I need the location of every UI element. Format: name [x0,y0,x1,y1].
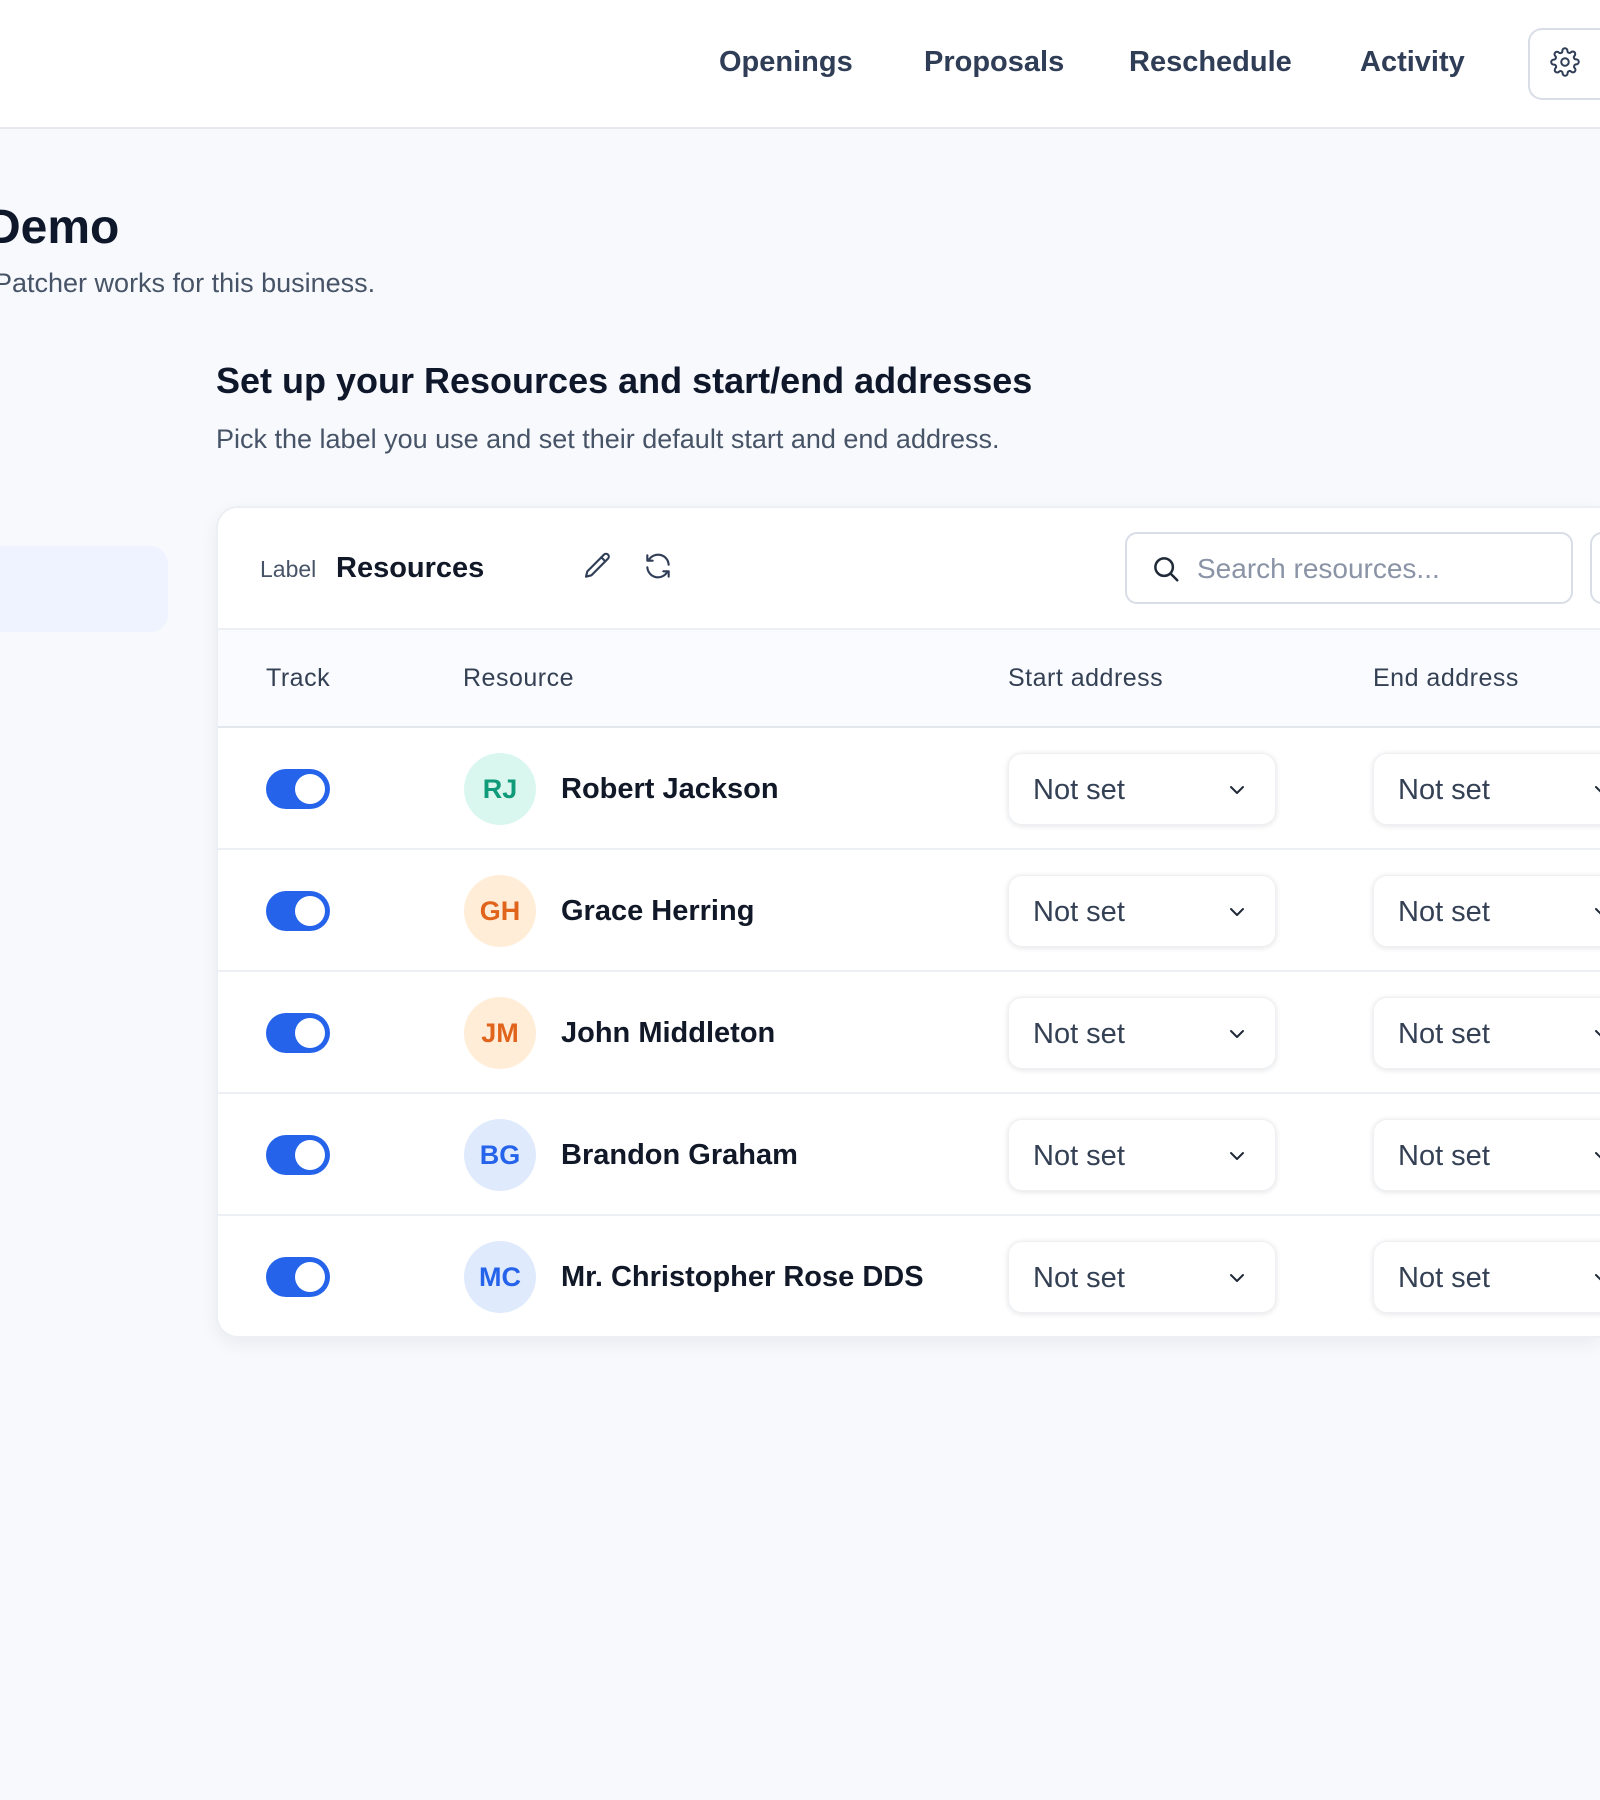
resource-name: Brandon Graham [561,1139,798,1171]
track-toggle[interactable] [266,1013,330,1053]
column-resource: Resource [463,664,574,692]
start-address-select[interactable]: Not set [1008,875,1276,947]
toggle-knob [295,1140,325,1170]
avatar: GH [464,875,536,947]
header-action-button[interactable] [1590,532,1600,604]
start-address-select[interactable]: Not set [1008,1119,1276,1191]
end-address-select[interactable]: Not set [1373,753,1600,825]
toggle-knob [295,1262,325,1292]
track-toggle[interactable] [266,769,330,809]
toggle-knob [295,1018,325,1048]
resources-card: Label Resources Search resources... Trac… [216,506,1600,1338]
end-address-value: Not set [1398,774,1490,806]
track-toggle[interactable] [266,1257,330,1297]
table-row: RJ Robert Jackson Not set Not set [218,728,1600,850]
end-address-value: Not set [1398,1018,1490,1050]
avatar: MC [464,1241,536,1313]
label-caption: Label [260,556,317,582]
top-navigation-bar: Openings Proposals Reschedule Activity [0,0,1600,129]
column-start-address: Start address [1008,664,1164,692]
toggle-knob [295,774,325,804]
avatar: RJ [464,753,536,825]
resource-name: Grace Herring [561,895,755,927]
nav-activity[interactable]: Activity [1360,46,1465,79]
end-address-select[interactable]: Not set [1373,875,1600,947]
end-address-value: Not set [1398,1140,1490,1172]
settings-button[interactable] [1528,28,1600,100]
end-address-value: Not set [1398,1262,1490,1294]
track-toggle[interactable] [266,891,330,931]
section-title: Set up your Resources and start/end addr… [216,360,1033,401]
table-row: MC Mr. Christopher Rose DDS Not set Not set [218,1216,1600,1336]
page-title: Demo [0,201,120,254]
nav-reschedule[interactable]: Reschedule [1129,46,1292,79]
search-input[interactable] [1197,548,1557,590]
end-address-select[interactable]: Not set [1373,1119,1600,1191]
table-row: JM John Middleton Not set Not set [218,972,1600,1094]
resource-name: Mr. Christopher Rose DDS [561,1261,924,1293]
avatar: BG [464,1119,536,1191]
start-address-select[interactable]: Not set [1008,753,1276,825]
column-track: Track [266,664,331,692]
resource-name: John Middleton [561,1017,776,1049]
section-description: Pick the label you use and set their def… [216,424,1000,454]
toggle-knob [295,896,325,926]
nav-openings[interactable]: Openings [719,46,853,79]
start-address-value: Not set [1033,1018,1125,1050]
start-address-value: Not set [1033,774,1125,806]
column-end-address: End address [1373,664,1519,692]
label-value: Resources [336,552,485,584]
gear-icon [1550,46,1580,82]
table-row: GH Grace Herring Not set Not set [218,850,1600,972]
start-address-select[interactable]: Not set [1008,997,1276,1069]
refresh-icon[interactable] [642,550,678,586]
end-address-value: Not set [1398,896,1490,928]
start-address-value: Not set [1033,1262,1125,1294]
start-address-value: Not set [1033,1140,1125,1172]
avatar: JM [464,997,536,1069]
pencil-icon[interactable] [582,550,618,586]
table-row: BG Brandon Graham Not set Not set [218,1094,1600,1216]
end-address-select[interactable]: Not set [1373,1241,1600,1313]
search-box [1125,532,1573,604]
resource-name: Robert Jackson [561,773,779,805]
start-address-select[interactable]: Not set [1008,1241,1276,1313]
start-address-value: Not set [1033,896,1125,928]
nav-proposals[interactable]: Proposals [924,46,1064,79]
page-subtitle: Patcher works for this business. [0,268,376,298]
sidebar-active-item[interactable] [0,546,168,632]
end-address-select[interactable]: Not set [1373,997,1600,1069]
card-header: Label Resources [218,508,1600,630]
table-header: Track Resource Start address End address [218,630,1600,728]
track-toggle[interactable] [266,1135,330,1175]
